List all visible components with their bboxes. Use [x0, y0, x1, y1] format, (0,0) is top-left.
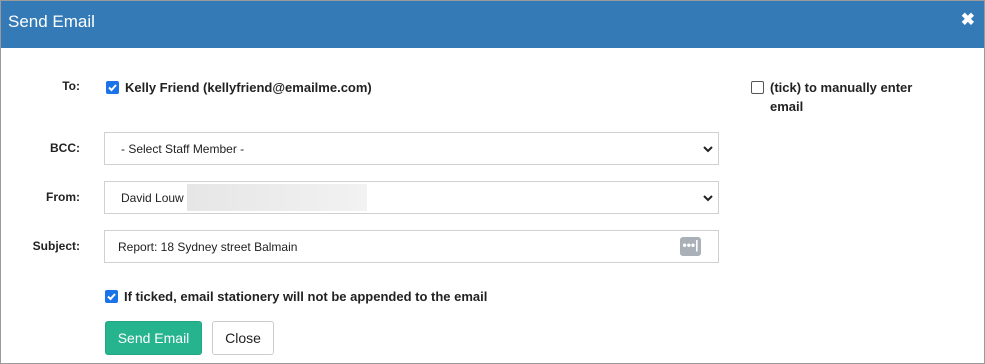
close-button[interactable]: Close: [212, 321, 274, 355]
from-selected-value: David Louw: [121, 191, 184, 205]
bcc-label: BCC:: [50, 141, 80, 155]
bcc-selected-value: - Select Staff Member -: [121, 142, 245, 156]
chevron-down-icon: [703, 195, 713, 202]
manual-entry-label-line1: (tick) to manually enter: [770, 80, 913, 95]
chevron-down-icon: [703, 146, 713, 153]
stationery-label: If ticked, email stationery will not be …: [124, 289, 488, 304]
recipient-name: Kelly Friend (kellyfriend@emailme.com): [125, 80, 372, 95]
subject-value: Report: 18 Sydney street Balmain: [118, 240, 298, 254]
subject-input[interactable]: Report: 18 Sydney street Balmain •••|: [104, 230, 719, 263]
send-email-dialog: Send Email ✖ To: Kelly Friend (kellyfrie…: [0, 0, 985, 364]
close-icon[interactable]: ✖: [961, 11, 975, 29]
dialog-header: Send Email ✖: [1, 1, 984, 48]
to-label: To:: [62, 79, 80, 93]
manual-entry-label-line2: email: [770, 99, 804, 114]
from-label: From:: [46, 190, 80, 204]
more-options-icon[interactable]: •••|: [680, 237, 701, 256]
from-select[interactable]: David Louw: [104, 181, 719, 214]
redacted-area: [187, 184, 367, 211]
manual-entry-checkbox[interactable]: [751, 81, 764, 94]
dialog-title: Send Email: [8, 12, 95, 31]
subject-label: Subject:: [32, 239, 80, 253]
bcc-select[interactable]: - Select Staff Member -: [104, 132, 719, 165]
recipient-checkbox[interactable]: [106, 81, 119, 94]
stationery-checkbox[interactable]: [105, 290, 118, 303]
send-email-button[interactable]: Send Email: [105, 321, 202, 355]
